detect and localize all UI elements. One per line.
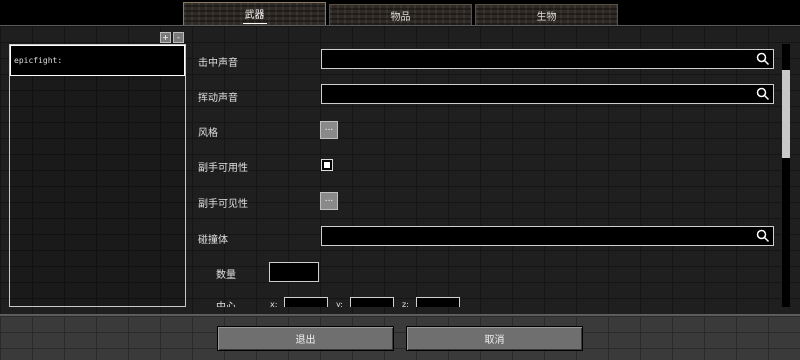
exit-button[interactable]: 退出 bbox=[217, 326, 394, 351]
style-select-button[interactable]: ... bbox=[320, 121, 338, 139]
center-row: 中心 x: y: z: bbox=[186, 288, 782, 307]
count-label: 数量 bbox=[216, 270, 236, 281]
count-input[interactable] bbox=[269, 262, 319, 282]
center-label: 中心 bbox=[216, 298, 236, 307]
tab-items[interactable]: 物品 bbox=[329, 4, 472, 26]
tab-weapons-label: 武器 bbox=[242, 6, 267, 24]
scrollbar-thumb[interactable] bbox=[782, 70, 790, 158]
center-z-label: z: bbox=[402, 300, 409, 307]
tab-mobs-label: 生物 bbox=[536, 11, 557, 23]
collider-label: 碰撞体 bbox=[198, 235, 228, 246]
style-label: 风格 bbox=[198, 128, 218, 139]
center-y-label: y: bbox=[336, 300, 343, 307]
collider-input[interactable] bbox=[321, 226, 774, 246]
swing-sound-input[interactable] bbox=[321, 84, 774, 104]
center-y-input[interactable] bbox=[350, 297, 394, 307]
add-entry-button[interactable]: + bbox=[160, 32, 171, 43]
search-icon[interactable] bbox=[756, 87, 770, 101]
offhand-visible-label: 副手可见性 bbox=[198, 199, 248, 210]
offhand-visible-button[interactable]: ... bbox=[320, 192, 338, 210]
center-x-input[interactable] bbox=[284, 297, 328, 307]
hit-sound-input[interactable] bbox=[321, 49, 774, 69]
footer bbox=[0, 316, 800, 360]
hit-sound-label: 击中声音 bbox=[198, 58, 238, 69]
center-z-input[interactable] bbox=[416, 297, 460, 307]
list-item[interactable]: epicfight: bbox=[10, 45, 185, 76]
offhand-usable-label: 副手可用性 bbox=[198, 163, 248, 174]
tab-items-label: 物品 bbox=[390, 11, 411, 23]
swing-sound-label: 挥动声音 bbox=[198, 93, 238, 104]
search-icon[interactable] bbox=[756, 229, 770, 243]
cancel-button[interactable]: 取消 bbox=[406, 326, 583, 351]
search-icon[interactable] bbox=[756, 52, 770, 66]
remove-entry-button[interactable]: - bbox=[173, 32, 184, 43]
center-x-label: x: bbox=[270, 300, 278, 307]
offhand-usable-checkbox[interactable] bbox=[321, 159, 333, 171]
tab-bar: 武器 物品 生物 bbox=[0, 0, 800, 28]
entry-list[interactable]: epicfight: bbox=[9, 44, 186, 307]
tab-mobs[interactable]: 生物 bbox=[475, 4, 618, 26]
